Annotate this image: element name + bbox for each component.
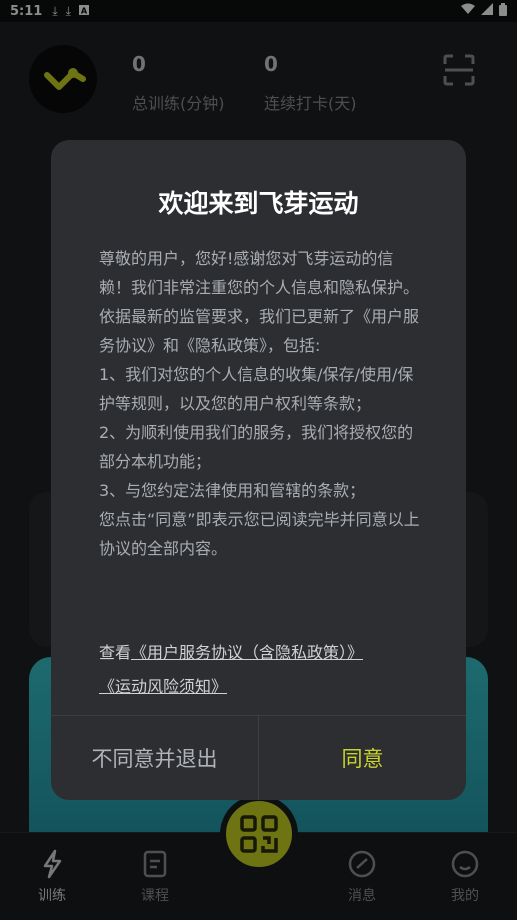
dialog-footer: 不同意并退出 同意 — [51, 715, 466, 800]
sports-risk-notice-link[interactable]: 《运动风险须知》 — [99, 677, 227, 696]
user-service-agreement-link[interactable]: 《用户服务协议（含隐私政策）》 — [131, 643, 363, 662]
links-prefix: 查看 — [99, 643, 132, 662]
dialog-body-text: 尊敬的用户，您好!感谢您对飞芽运动的信赖！我们非常注重您的个人信息和隐私保护。依… — [99, 249, 420, 558]
decline-exit-button[interactable]: 不同意并退出 — [51, 716, 259, 800]
agree-button[interactable]: 同意 — [259, 716, 466, 800]
privacy-dialog: 欢迎来到飞芽运动 尊敬的用户，您好!感谢您对飞芽运动的信赖！我们非常注重您的个人… — [51, 140, 466, 800]
dialog-title: 欢迎来到飞芽运动 — [158, 189, 359, 218]
agreement-links: 查看《用户服务协议（含隐私政策）》 《运动风险须知》 — [99, 636, 429, 704]
